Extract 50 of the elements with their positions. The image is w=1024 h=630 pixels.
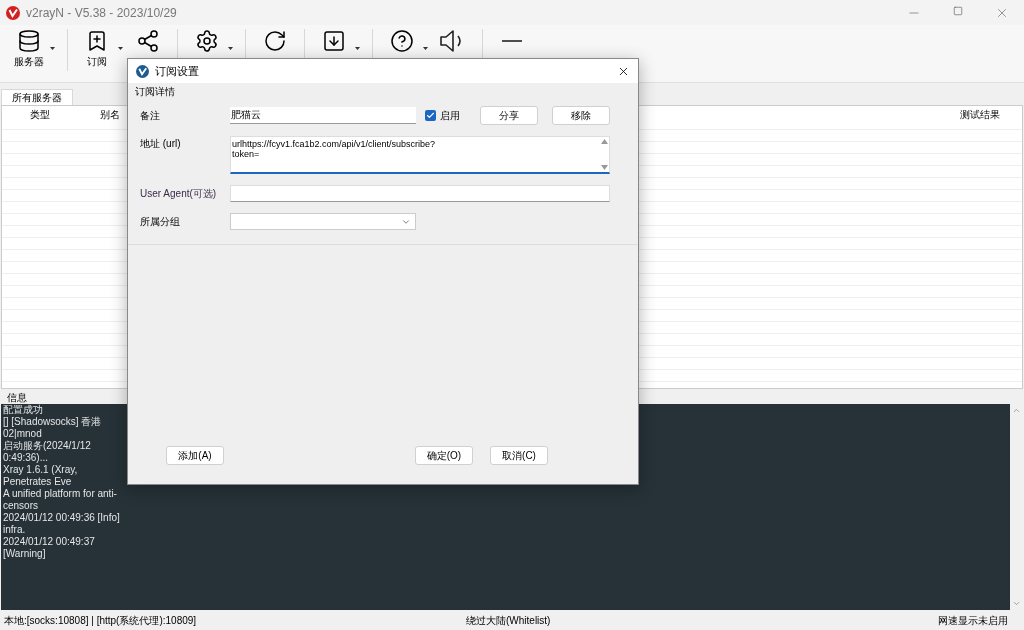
help-icon	[390, 29, 414, 53]
settings-icon	[195, 29, 219, 53]
field-label: User Agent(可选)	[140, 187, 218, 201]
column-header[interactable]: 类型	[30, 106, 100, 122]
url-field[interactable]: urlhttps://fcyv1.fca1b2.com/api/v1/client/subscribe? token=	[230, 136, 610, 174]
tab[interactable]: 所有服务器	[1, 89, 73, 105]
status-text: 本地:[socks:10808] | [http(系统代理):10809]	[4, 613, 198, 628]
app-logo-icon	[6, 5, 20, 20]
field-label: 所属分组	[140, 215, 181, 229]
column-header[interactable]: 测试结果	[960, 106, 1000, 122]
checkbox-label: 启用	[440, 109, 460, 123]
dropdown-caret-icon[interactable]	[355, 47, 360, 50]
cancel-button[interactable]: 取消(C)	[490, 446, 548, 465]
toolbar-button[interactable]: 订阅	[76, 29, 118, 69]
dropdown-caret-icon[interactable]	[118, 47, 123, 50]
log-line: [] [Shadowsocks] 香港 02|mnod	[3, 416, 103, 440]
log-line: 启动服务(2024/1/12 0:49:36)...	[3, 440, 92, 464]
log-line: 2024/01/12 00:49:37 [Warning]	[3, 536, 96, 560]
group-label: 订阅详情	[135, 85, 175, 99]
download-icon	[322, 29, 346, 53]
add-button[interactable]: 添加(A)	[166, 446, 224, 465]
share-icon	[136, 29, 160, 53]
remark-field[interactable]: 肥猫云	[230, 107, 416, 124]
remove-button[interactable]: 移除	[552, 106, 610, 125]
window-title: v2rayN - V5.38 - 2023/10/29	[26, 4, 177, 22]
dropdown-caret-icon[interactable]	[50, 47, 55, 50]
status-text: 绕过大陆(Whitelist)	[466, 613, 551, 628]
log-line: 配置成功	[3, 404, 43, 416]
log-line: 2024/01/12 00:49:36 [Info] infra.	[3, 512, 121, 536]
minus-icon	[502, 40, 522, 42]
refresh-icon	[263, 29, 287, 53]
log-line: Xray 1.6.1 (Xray, Penetrates Eve	[3, 464, 79, 488]
user-agent-field[interactable]	[230, 185, 610, 202]
scroll-up-icon[interactable]	[600, 139, 608, 144]
dropdown-caret-icon[interactable]	[423, 47, 428, 50]
scroll-down-icon[interactable]	[600, 165, 608, 170]
app-logo-icon	[136, 64, 149, 78]
database-icon	[17, 29, 41, 53]
field-label: 备注	[140, 109, 161, 123]
log-line: A unified platform for anti-censors	[3, 488, 118, 512]
ok-button[interactable]: 确定(O)	[415, 446, 473, 465]
field-label: 地址 (url)	[140, 137, 182, 151]
share-button[interactable]: 分享	[480, 106, 538, 125]
info-group-label: 信息	[7, 391, 28, 404]
enabled-checkbox[interactable]	[425, 110, 436, 121]
dialog-title: 订阅设置	[155, 63, 199, 79]
toolbar-button[interactable]: 服务器	[8, 29, 50, 69]
check-icon	[426, 111, 435, 120]
dropdown-caret-icon[interactable]	[228, 47, 233, 50]
status-text: 网速显示未启用	[938, 613, 1008, 628]
